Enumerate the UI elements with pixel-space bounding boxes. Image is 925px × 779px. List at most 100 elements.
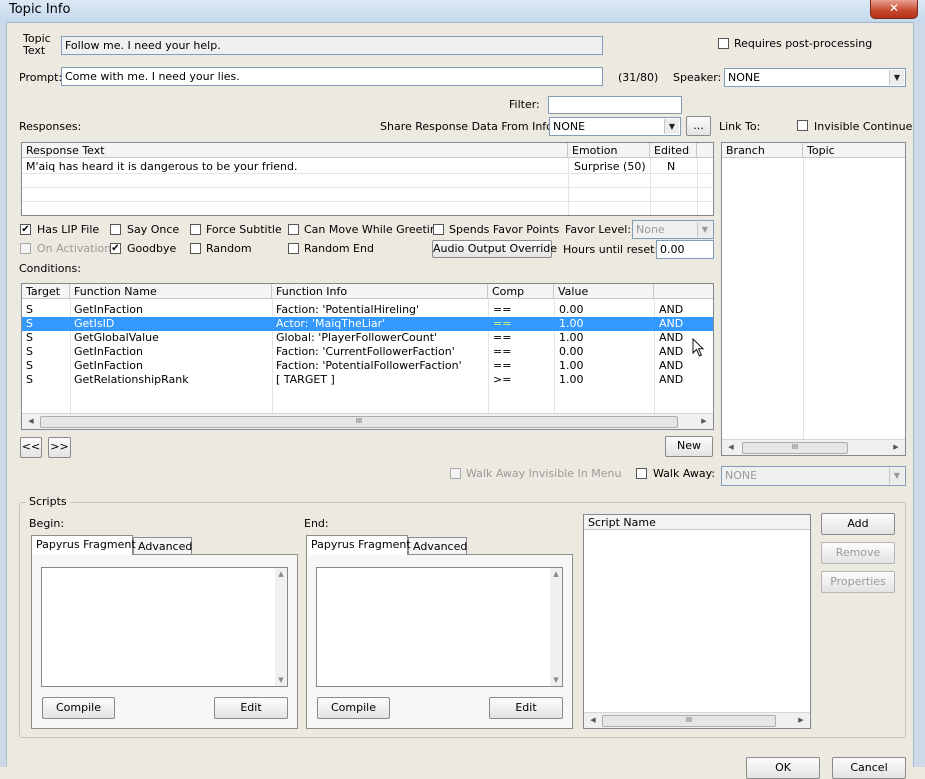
begin-edit-button[interactable]: Edit — [214, 697, 288, 719]
begin-tab-papyrus-fragment[interactable]: Papyrus Fragment — [31, 535, 136, 555]
spends-favor-points-checkbox[interactable] — [433, 224, 444, 235]
audio-output-override-button[interactable]: Audio Output Override — [432, 240, 557, 258]
scroll-right-icon[interactable]: ▶ — [794, 713, 808, 727]
condition-value-cell: 1.00 — [559, 331, 584, 344]
add-script-button[interactable]: Add — [821, 513, 895, 535]
favor-level-label: Favor Level: — [565, 223, 632, 236]
conditions-table[interactable]: Target Function Name Function Info Comp … — [21, 283, 714, 430]
end-tab-advanced[interactable]: Advanced — [408, 537, 467, 555]
responses-label: Responses: — [19, 120, 82, 133]
walk-away-dropdown[interactable]: NONE ▼ — [721, 466, 906, 486]
begin-fragment-editor[interactable]: ▲ ▼ — [41, 567, 288, 687]
close-button[interactable]: ✕ — [870, 0, 918, 19]
condition-target-cell: S — [26, 373, 33, 386]
table-row[interactable]: S GetGlobalValue Global: 'PlayerFollower… — [22, 331, 713, 345]
condition-comp-cell: == — [493, 317, 512, 330]
scroll-right-icon[interactable]: ▶ — [697, 414, 711, 428]
scroll-left-icon[interactable]: ◀ — [586, 713, 600, 727]
share-response-dropdown[interactable]: NONE ▼ — [549, 117, 681, 136]
end-edit-button[interactable]: Edit — [489, 697, 563, 719]
table-row[interactable]: S GetRelationshipRank [ TARGET ] >= 1.00… — [22, 373, 713, 387]
table-row-selected[interactable]: S GetIsID Actor: 'MaiqTheLiar' == 1.00 A… — [22, 317, 713, 331]
begin-compile-button[interactable]: Compile — [42, 697, 115, 719]
column-header-response-text[interactable]: Response Text — [22, 143, 568, 158]
column-header-emotion[interactable]: Emotion — [568, 143, 650, 158]
random-end-checkbox[interactable] — [288, 243, 299, 254]
condition-value-cell: 1.00 — [559, 359, 584, 372]
scroll-thumb[interactable]: III — [742, 442, 848, 454]
next-condition-button[interactable]: >> — [48, 437, 71, 458]
invisible-continue-checkbox[interactable] — [797, 120, 808, 131]
table-row[interactable]: S GetInFaction Faction: 'CurrentFollower… — [22, 345, 713, 359]
goodbye-checkbox[interactable]: ✔ — [110, 243, 121, 254]
speaker-dropdown[interactable]: NONE ▼ — [724, 68, 906, 87]
previous-condition-button[interactable]: << — [20, 437, 42, 458]
random-checkbox[interactable] — [190, 243, 201, 254]
link-to-horizontal-scrollbar[interactable]: ◀ III ▶ — [722, 439, 905, 455]
filter-input[interactable] — [548, 96, 682, 114]
column-header-value[interactable]: Value — [554, 284, 654, 299]
grid-divider — [22, 201, 713, 202]
table-row[interactable]: M'aiq has heard it is dangerous to be yo… — [22, 160, 713, 174]
walk-away-checkbox[interactable] — [636, 468, 647, 479]
goodbye-label: Goodbye — [127, 242, 177, 255]
conditions-horizontal-scrollbar[interactable]: ◀ III ▶ — [22, 413, 713, 429]
scroll-down-icon[interactable]: ▼ — [550, 676, 562, 684]
end-tab-papyrus-fragment[interactable]: Papyrus Fragment — [306, 535, 411, 555]
topic-text-field[interactable]: Follow me. I need your help. — [61, 36, 603, 55]
condition-info-cell: [ TARGET ] — [276, 373, 335, 386]
cancel-button[interactable]: Cancel — [832, 757, 906, 779]
scroll-left-icon[interactable]: ◀ — [24, 414, 38, 428]
topic-text-label: Topic Text — [23, 32, 51, 57]
has-lip-file-checkbox[interactable]: ✔ — [20, 224, 31, 235]
new-condition-button[interactable]: New — [665, 436, 713, 457]
vertical-scrollbar[interactable]: ▲ ▼ — [550, 568, 562, 686]
column-header-function-info[interactable]: Function Info — [272, 284, 488, 299]
ok-button[interactable]: OK — [746, 757, 820, 779]
begin-tab-advanced[interactable]: Advanced — [133, 537, 192, 555]
column-header-script-name[interactable]: Script Name — [584, 515, 810, 530]
conditions-label: Conditions: — [19, 262, 81, 275]
say-once-checkbox[interactable] — [110, 224, 121, 235]
condition-operator-cell: AND — [659, 317, 684, 330]
condition-function-cell: GetRelationshipRank — [74, 373, 189, 386]
properties-button[interactable]: Properties — [821, 571, 895, 593]
script-list-horizontal-scrollbar[interactable]: ◀ III ▶ — [584, 712, 810, 728]
column-header-edited[interactable]: Edited — [650, 143, 697, 158]
can-move-while-greeting-checkbox[interactable] — [288, 224, 299, 235]
scroll-right-icon[interactable]: ▶ — [889, 440, 903, 454]
responses-list[interactable]: Response Text Emotion Edited M'aiq has h… — [21, 142, 714, 216]
scroll-thumb[interactable]: III — [602, 715, 776, 727]
column-header-topic[interactable]: Topic — [803, 143, 905, 158]
window-frame-left — [0, 22, 7, 767]
scroll-down-icon[interactable]: ▼ — [275, 676, 287, 684]
end-compile-button[interactable]: Compile — [317, 697, 390, 719]
share-response-browse-button[interactable]: ... — [686, 116, 711, 136]
scroll-up-icon[interactable]: ▲ — [550, 570, 562, 578]
vertical-scrollbar[interactable]: ▲ ▼ — [275, 568, 287, 686]
column-header-branch[interactable]: Branch — [722, 143, 803, 158]
scroll-up-icon[interactable]: ▲ — [275, 570, 287, 578]
scroll-left-icon[interactable]: ◀ — [724, 440, 738, 454]
window-frame-right — [913, 22, 925, 767]
link-to-list[interactable]: Branch Topic ◀ III ▶ — [721, 142, 906, 456]
scroll-thumb[interactable]: III — [40, 416, 678, 428]
chevron-down-icon: ▼ — [664, 119, 679, 134]
condition-comp-cell: == — [493, 345, 512, 358]
favor-level-dropdown[interactable]: None ▼ — [632, 220, 714, 239]
column-header-target[interactable]: Target — [22, 284, 70, 299]
script-name-list[interactable]: Script Name ◀ III ▶ — [583, 514, 811, 729]
column-header-operator[interactable] — [654, 284, 713, 299]
column-header-comp[interactable]: Comp — [488, 284, 554, 299]
on-activation-checkbox[interactable] — [20, 243, 31, 254]
remove-script-button[interactable]: Remove — [821, 542, 895, 564]
force-subtitle-checkbox[interactable] — [190, 224, 201, 235]
walk-away-invisible-checkbox[interactable] — [450, 468, 461, 479]
hours-until-reset-input[interactable]: 0.00 — [656, 240, 714, 259]
table-row[interactable]: S GetInFaction Faction: 'PotentialFollow… — [22, 359, 713, 373]
requires-post-processing-checkbox[interactable] — [718, 38, 729, 49]
prompt-field[interactable]: Come with me. I need your lies. — [61, 67, 603, 86]
end-fragment-editor[interactable]: ▲ ▼ — [316, 567, 563, 687]
column-header-function-name[interactable]: Function Name — [70, 284, 272, 299]
table-row[interactable]: S GetInFaction Faction: 'PotentialHireli… — [22, 303, 713, 317]
